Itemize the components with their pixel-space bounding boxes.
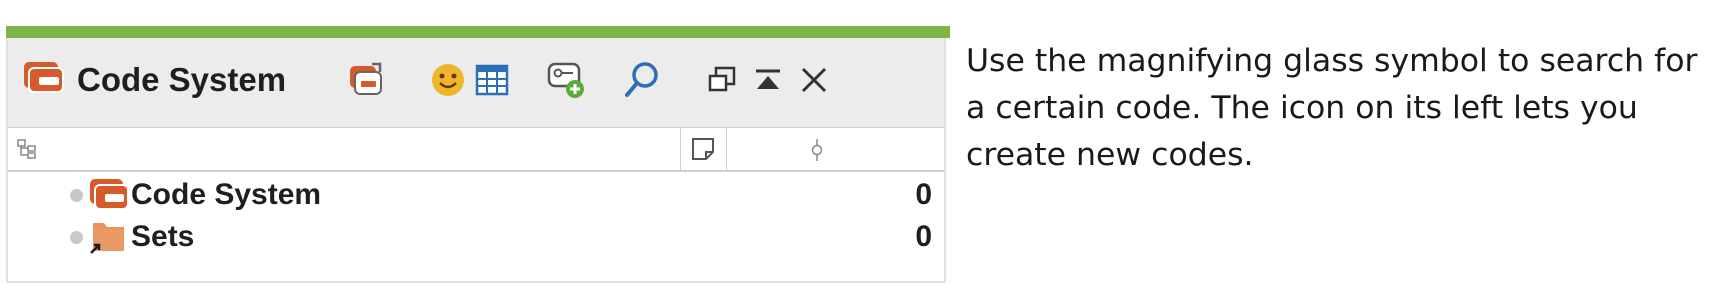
tree-row-sets[interactable]: Sets 0 <box>8 215 944 259</box>
code-system-icon <box>21 60 65 99</box>
column-separator <box>680 128 681 170</box>
new-code-link-icon[interactable] <box>544 58 588 102</box>
panel-title: Code System <box>77 60 287 98</box>
expand-dot-icon[interactable] <box>70 189 83 202</box>
smiley-icon[interactable] <box>426 58 470 102</box>
tree-row-code-system[interactable]: Code System 0 <box>8 173 944 217</box>
folder-shortcut-icon <box>88 219 128 260</box>
panel-accent-bar <box>6 26 950 38</box>
row-label: Sets <box>131 220 195 253</box>
row-label: Code System <box>131 178 322 211</box>
caption-text: Use the magnifying glass symbol to searc… <box>966 43 1698 173</box>
memo-icon[interactable] <box>690 136 716 167</box>
search-icon[interactable] <box>620 58 664 102</box>
panel-header: Code System <box>8 38 944 128</box>
code-system-icon <box>88 177 130 216</box>
new-code-icon[interactable] <box>344 58 388 102</box>
row-count: 0 <box>915 220 932 253</box>
close-icon[interactable] <box>792 58 836 102</box>
table-icon[interactable] <box>470 58 514 102</box>
panel-title-group: Code System <box>21 60 286 99</box>
code-system-panel: Code System Code System 0 Sets 0 <box>6 26 950 283</box>
collapse-icon[interactable] <box>746 58 790 102</box>
undock-icon[interactable] <box>700 58 744 102</box>
expand-dot-icon[interactable] <box>70 231 83 244</box>
column-separator <box>726 128 727 170</box>
tree-icon[interactable] <box>16 138 38 165</box>
column-header-bar <box>8 128 944 172</box>
row-count: 0 <box>915 178 932 211</box>
frequency-icon[interactable] <box>809 138 825 167</box>
